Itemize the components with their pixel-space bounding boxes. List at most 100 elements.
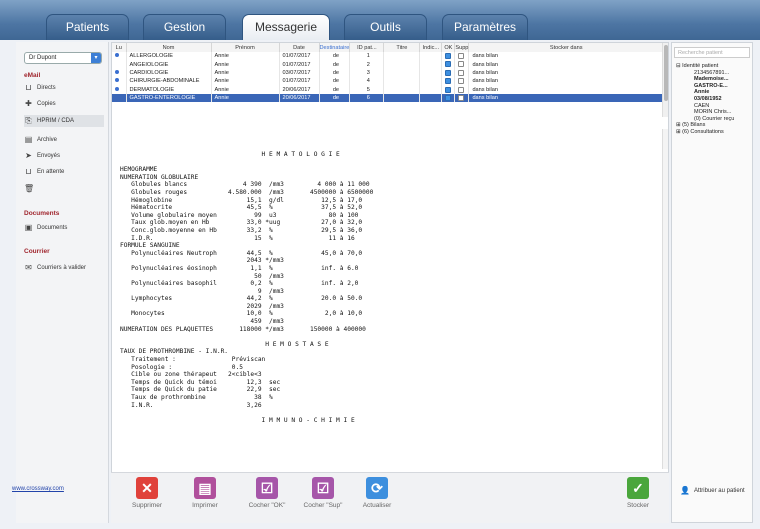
tab-messagerie[interactable]: Messagerie — [242, 14, 330, 40]
delete-icon: ✕ — [136, 477, 158, 499]
nom-cell: CARDIOLOGIE — [126, 68, 212, 78]
ok-cell — [441, 60, 456, 69]
sidebar-item-archive[interactable]: ▤ Archive — [24, 134, 104, 146]
titre-cell — [383, 52, 421, 61]
tree-item[interactable]: 2134567891... — [676, 70, 734, 77]
table-row[interactable]: ALLERGOLOGIE Annie 01/07/2017 de 1 dans bilan — [112, 52, 664, 61]
ok-checkbox[interactable] — [445, 69, 452, 76]
refresh-button[interactable]: ⟳ Actualiser — [347, 477, 407, 509]
sidebar-item-hprim[interactable]: ⎘ HPRIM / CDA — [24, 115, 104, 127]
tree-item[interactable]: GASTRO-E... — [676, 83, 734, 90]
stock-cell[interactable]: dans bilan — [468, 68, 664, 78]
stock-cell[interactable]: dans bilan — [468, 60, 664, 69]
col-date[interactable]: Date — [279, 43, 320, 52]
sidebar-item-envoyes[interactable]: ➤ Envoyés — [24, 150, 104, 162]
mail-icon: ✉ — [25, 263, 32, 272]
col-lu[interactable]: Lu — [112, 43, 127, 52]
tree-item[interactable]: (0) Courrier reçu — [676, 116, 734, 123]
check-sup-button[interactable]: ☑ Cocher "Sup" — [293, 477, 353, 509]
sidebar-item-trash[interactable]: 🗑 — [24, 183, 104, 195]
unread-dot-icon — [115, 53, 119, 58]
toolbar-label: Cocher "OK" — [248, 502, 286, 509]
lu-cell — [112, 60, 127, 69]
sidebar-item-copies[interactable]: ✚ Copies — [24, 98, 104, 110]
sidebar-item-label: HPRIM / CDA — [37, 118, 75, 124]
tree-item[interactable]: 03/08/1952 — [676, 96, 734, 103]
tab-gestion[interactable]: Gestion — [143, 14, 226, 40]
titre-cell — [383, 93, 421, 103]
tree-item[interactable]: ⊞ (6) Consultations — [676, 129, 734, 136]
patient-search-input[interactable]: Recherche patient — [674, 47, 750, 58]
website-link[interactable]: www.crossway.com — [12, 486, 64, 492]
table-row[interactable]: DERMATOLOGIE Annie 20/06/2017 de 5 dans bilan — [112, 85, 664, 94]
ok-checkbox[interactable] — [445, 94, 452, 101]
col-id-patient[interactable]: ID pat... — [349, 43, 385, 52]
sidebar-item-directs[interactable]: ⊔ Directs — [24, 82, 104, 94]
dest-cell: de — [319, 85, 351, 94]
tree-item[interactable]: ⊞ (5) Bilans — [676, 122, 734, 129]
dest-cell: de — [319, 93, 351, 103]
col-ok[interactable]: OK — [441, 43, 456, 52]
table-row[interactable]: CHIRURGIE-ABDOMINALE Annie 01/07/2017 de 4 da… — [112, 77, 664, 86]
stock-cell[interactable]: dans bilan — [468, 77, 664, 86]
lu-cell — [112, 68, 127, 78]
ok-cell — [441, 52, 456, 61]
table-scrollbar[interactable] — [662, 43, 668, 117]
col-indic[interactable]: Indic... — [419, 43, 443, 52]
supp-cell — [454, 60, 470, 69]
message-panel: Lu Nom Prénom Date Destinataire ID pat..… — [111, 42, 669, 523]
table-row[interactable]: ANGEIOLOGIE Annie 01/07/2017 de 2 dans bilan — [112, 60, 664, 69]
table-row[interactable]: CARDIOLOGIE Annie 03/07/2017 de 3 dans bilan — [112, 68, 664, 78]
sidebar-item-courriers[interactable]: ✉ Courriers à valider — [24, 262, 104, 274]
table-header: Lu Nom Prénom Date Destinataire ID pat..… — [112, 43, 664, 52]
tab-parametres[interactable]: Paramètres — [442, 14, 528, 40]
delete-button[interactable]: ✕ Supprimer — [117, 477, 177, 509]
supp-checkbox[interactable] — [458, 52, 465, 59]
supp-checkbox[interactable] — [458, 94, 465, 101]
tab-patients[interactable]: Patients — [46, 14, 129, 40]
lu-cell — [112, 77, 127, 86]
prenom-cell: Annie — [211, 68, 280, 78]
ok-checkbox[interactable] — [445, 61, 452, 68]
col-supp[interactable]: Supp — [454, 43, 470, 52]
tab-outils[interactable]: Outils — [344, 14, 427, 40]
tree-item[interactable]: Annie — [676, 89, 734, 96]
stock-cell[interactable]: dans bilan — [468, 85, 664, 94]
add-to-patient-label: Attribuer au patient — [693, 487, 745, 494]
ok-checkbox[interactable] — [445, 52, 452, 59]
email-section-title: eMail — [24, 72, 41, 79]
plus-icon: ✚ — [25, 99, 32, 108]
sidebar-item-documents[interactable]: ▣ Documents — [24, 222, 104, 234]
ok-checkbox[interactable] — [445, 86, 452, 93]
add-to-patient-button[interactable]: 👤 Attribuer au patient — [680, 486, 745, 495]
col-titre[interactable]: Titre — [383, 43, 421, 52]
tree-item[interactable]: MORIN Chris... — [676, 109, 734, 116]
doctor-select[interactable]: Dr Dupont ▾ — [24, 52, 102, 64]
sidebar-item-en-attente[interactable]: ⊔ En attente — [24, 166, 104, 178]
table-row[interactable]: GASTRO-ENTEROLOGIE Annie 20/06/2017 de 6 dans… — [112, 93, 664, 103]
supp-checkbox[interactable] — [458, 86, 465, 93]
titre-cell — [383, 60, 421, 69]
send-icon: ➤ — [25, 151, 32, 160]
stocker-button[interactable]: ✓ Stocker — [608, 477, 668, 509]
ok-checkbox[interactable] — [445, 78, 452, 85]
print-button[interactable]: ▤ Imprimer — [175, 477, 235, 509]
col-destinataire[interactable]: Destinataire — [319, 43, 351, 52]
check-ok-button[interactable]: ☑ Cocher "OK" — [237, 477, 297, 509]
col-nom[interactable]: Nom — [126, 43, 212, 52]
supp-checkbox[interactable] — [458, 69, 465, 76]
scroll-thumb[interactable] — [664, 45, 668, 101]
titre-cell — [383, 85, 421, 94]
tree-item[interactable]: Mademoise... — [676, 76, 734, 83]
supp-checkbox[interactable] — [458, 61, 465, 68]
supp-checkbox[interactable] — [458, 78, 465, 85]
report-scrollbar[interactable] — [662, 129, 668, 469]
sidebar-item-label: En attente — [37, 169, 65, 175]
stock-cell[interactable]: dans bilan — [468, 93, 664, 103]
toolbar-label: Imprimer — [192, 502, 218, 509]
col-stocker[interactable]: Stocker dans — [468, 43, 664, 52]
tree-item[interactable]: CAEN — [676, 103, 734, 110]
stock-cell[interactable]: dans bilan — [468, 52, 664, 61]
col-prenom[interactable]: Prénom — [211, 43, 280, 52]
tree-item[interactable]: ⊟ Identité patient — [676, 63, 734, 70]
